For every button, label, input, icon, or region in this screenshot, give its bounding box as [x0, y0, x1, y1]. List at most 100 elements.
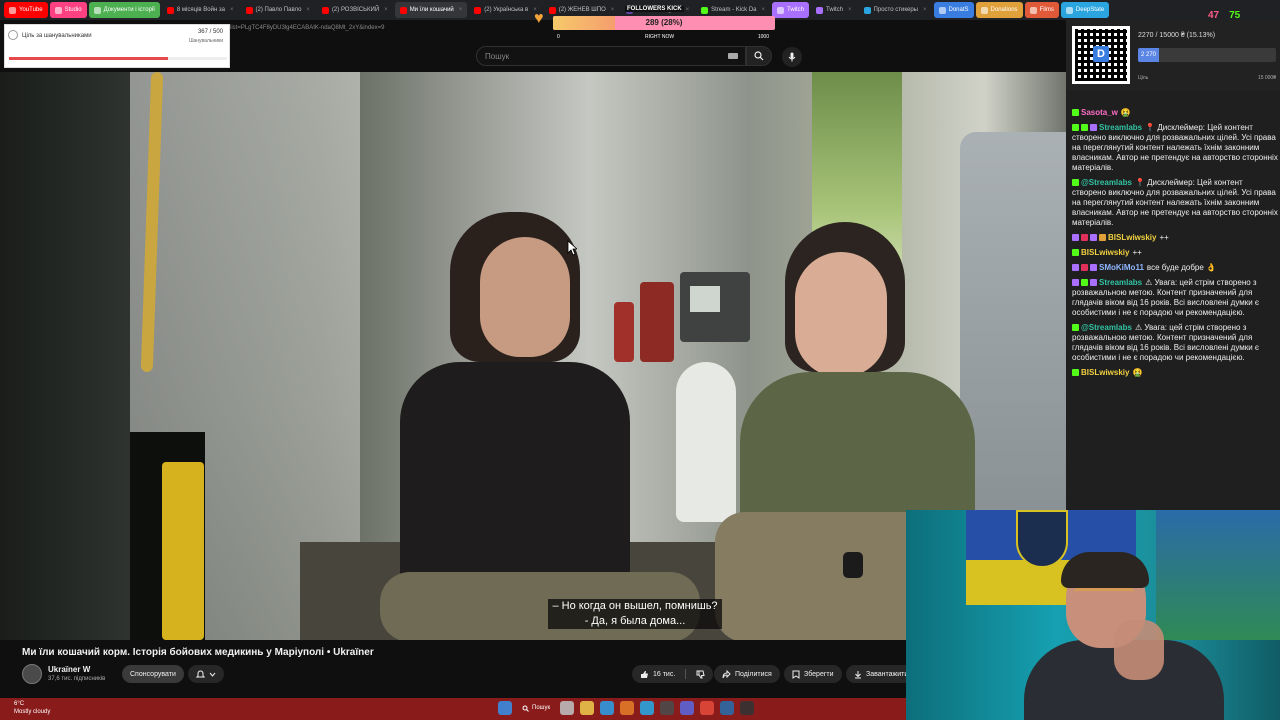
chat-username[interactable]: @Streamlabs — [1081, 323, 1132, 332]
flag — [1156, 510, 1280, 640]
chat-badge-icon — [1081, 279, 1088, 287]
tab-favicon-icon — [938, 6, 946, 14]
chat-badge-icon — [1081, 124, 1088, 132]
tab-label: Films — [1039, 7, 1054, 13]
file-explorer-icon[interactable] — [580, 701, 595, 715]
glasses — [1074, 588, 1134, 598]
tab-label: (2) Павло Павло — [255, 7, 302, 13]
download-icon — [855, 670, 861, 678]
tab-favicon-icon — [474, 6, 482, 14]
thumbs-up-icon[interactable] — [640, 670, 649, 679]
task-view-icon[interactable] — [560, 701, 575, 715]
weather-condition: Mostly cloudy — [14, 709, 51, 715]
thumbs-down-icon[interactable] — [696, 670, 705, 679]
chat-username[interactable]: SMoKiMo11 — [1099, 263, 1144, 272]
start-icon[interactable] — [498, 701, 512, 715]
discord-icon[interactable] — [680, 701, 695, 715]
taskbar-icons: Пошук — [498, 701, 755, 715]
subtitle-line-1: – Но когда он вышел, помнишь? — [552, 600, 718, 612]
donatello-logo-icon: D — [1093, 46, 1109, 62]
obs-icon[interactable] — [740, 701, 755, 715]
chat-username[interactable]: BISLwiwskiy — [1081, 368, 1129, 377]
like-dislike-group[interactable]: 16 тис. — [632, 665, 714, 683]
url-text[interactable]: list=PLgTC4F8yDU3lg4ECABAIK-ndaQ8Mt_2xY&… — [230, 25, 384, 31]
chat-message: Streamlabs 📍 Дисклеймер: Цей контент ство… — [1072, 123, 1278, 173]
donation-goal-bar: 2 270 — [1138, 48, 1276, 62]
tab-label: 8 місяців Войн за — [176, 7, 226, 13]
tab-label: DonatS — [948, 7, 969, 13]
browser-tab[interactable]: DonatS — [933, 2, 974, 18]
browser-tab[interactable]: Документи і історії — [88, 2, 160, 18]
close-tab-icon[interactable]: × — [384, 7, 388, 13]
weather-widget[interactable]: 6°C Mostly cloudy — [14, 700, 50, 716]
followers-goal-label: Ціль за шанувальниками — [22, 33, 92, 39]
voice-search-button[interactable] — [782, 47, 802, 67]
close-tab-icon[interactable]: × — [230, 7, 234, 13]
close-tab-icon[interactable]: × — [306, 7, 310, 13]
keyboard-icon[interactable] — [728, 53, 738, 59]
taskbar-search[interactable]: Пошук — [518, 705, 554, 712]
chevron-down-icon — [209, 672, 216, 677]
browser-tab[interactable]: Просто стикеры × — [859, 2, 932, 18]
followers-goal-bar — [9, 57, 227, 60]
edge-icon[interactable] — [600, 701, 615, 715]
tab-favicon-icon — [777, 6, 784, 14]
firefox-icon[interactable] — [620, 701, 635, 715]
chat-badge-icon — [1090, 279, 1097, 287]
chat-username[interactable]: @Streamlabs — [1081, 178, 1132, 187]
chat-username[interactable]: Streamlabs — [1099, 278, 1142, 287]
browser-tab[interactable]: Donations — [975, 2, 1023, 18]
streamer-hair — [1061, 552, 1149, 588]
browser-tab[interactable]: (2) Павло Павло × — [241, 2, 315, 18]
browser-tab[interactable]: YouTube — [4, 2, 48, 18]
tab-label: YouTube — [19, 7, 43, 13]
search-input[interactable]: Пошук — [476, 46, 746, 66]
browser-tab[interactable]: DeepState — [1060, 2, 1110, 18]
like-count: 16 тис. — [653, 670, 676, 678]
browser-tab[interactable]: Twitch × — [811, 2, 857, 18]
share-button[interactable]: Поділитися — [714, 665, 780, 683]
face — [795, 252, 887, 377]
chat-message: BISLwiwskiy 🤮 — [1072, 368, 1278, 378]
tab-favicon-icon — [9, 6, 16, 14]
chat-badge-icon — [1072, 249, 1079, 257]
notification-button[interactable] — [188, 665, 224, 683]
chrome-icon[interactable] — [700, 701, 715, 715]
share-icon — [722, 669, 731, 678]
browser-tab[interactable]: 8 місяців Войн за × — [162, 2, 239, 18]
tab-favicon-icon — [816, 6, 824, 14]
browser-tab[interactable]: Studio — [49, 2, 87, 18]
kick-followers-widget: FOLLOWERS KICK 289 (28%) 0 RIGHT NOW 100… — [553, 2, 775, 42]
steam-icon[interactable] — [720, 701, 735, 715]
telegram-icon[interactable] — [640, 701, 655, 715]
browser-tab[interactable]: Films — [1024, 2, 1059, 18]
chat-message: @Streamlabs 📍 Дисклеймер: Цей контент ств… — [1072, 178, 1278, 228]
close-tab-icon[interactable]: × — [923, 7, 927, 13]
browser-tab[interactable]: (2) РОЗВІСЬКИЙ × — [317, 2, 393, 18]
browser-tab[interactable]: (2) Українська в × — [469, 2, 541, 18]
channel-avatar[interactable] — [22, 664, 42, 684]
chat-username[interactable]: BISLwiwskiy — [1081, 248, 1129, 257]
sponsor-button[interactable]: Спонсорувати — [122, 665, 184, 683]
search-button[interactable] — [746, 46, 772, 66]
temperature: 6°C — [14, 701, 25, 707]
chat-username[interactable]: Streamlabs — [1099, 123, 1142, 132]
app-icon[interactable] — [660, 701, 675, 715]
followers-goal-fill — [9, 57, 169, 60]
browser-tab[interactable]: Twitch — [772, 2, 810, 18]
tab-label: Studio — [64, 7, 82, 13]
chat-badge-icon — [1081, 234, 1088, 242]
channel-name[interactable]: Ukraїner W — [48, 665, 90, 674]
close-tab-icon[interactable]: × — [459, 7, 463, 13]
chat-message: Sasota_w 🤮 — [1072, 108, 1278, 118]
chat-badge-icon — [1072, 369, 1079, 377]
tab-label: (2) РОЗВІСЬКИЙ — [331, 7, 380, 13]
bell-icon — [196, 669, 205, 677]
chat-username[interactable]: BISLwiwskiy — [1108, 233, 1156, 242]
donation-goal-text: 2270 / 15000 ₴ (15.13%) — [1138, 32, 1216, 39]
close-tab-icon[interactable]: × — [848, 7, 852, 13]
save-button[interactable]: Зберегти — [784, 665, 842, 683]
chat-text: все буде добре 👌 — [1146, 263, 1216, 272]
browser-tab[interactable]: Ми їли кошачий × — [394, 2, 468, 18]
chat-username[interactable]: Sasota_w — [1081, 108, 1118, 117]
